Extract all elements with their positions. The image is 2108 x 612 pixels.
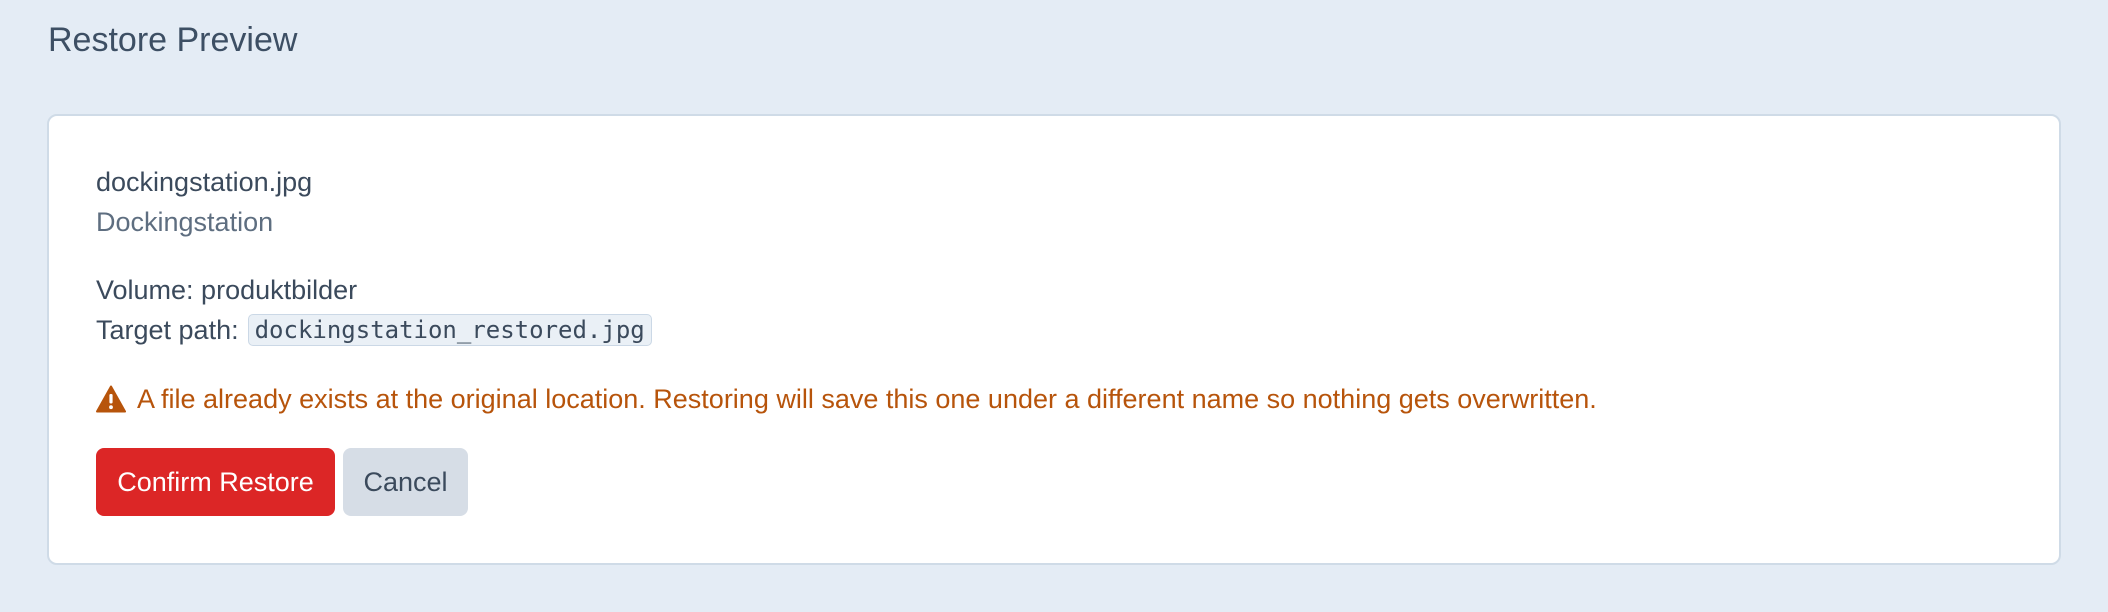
- volume-info: Volume: produktbilder: [96, 275, 358, 305]
- target-path-value: dockingstation_restored.jpg: [247, 314, 652, 346]
- overwrite-warning: A file already exists at the original lo…: [96, 383, 1597, 415]
- warning-triangle-icon: [96, 385, 126, 413]
- restore-preview-card: dockingstation.jpg Dockingstation Volume…: [47, 114, 2061, 565]
- confirm-restore-button[interactable]: Confirm Restore: [96, 448, 335, 516]
- target-path-label: Target path:: [96, 315, 239, 345]
- file-description: Dockingstation: [96, 207, 274, 237]
- target-path-info: Target path: dockingstation_restored.jpg: [96, 314, 652, 346]
- cancel-button[interactable]: Cancel: [343, 448, 468, 516]
- file-name: dockingstation.jpg: [96, 167, 313, 197]
- page-title: Restore Preview: [48, 21, 298, 59]
- warning-message: A file already exists at the original lo…: [137, 384, 1597, 414]
